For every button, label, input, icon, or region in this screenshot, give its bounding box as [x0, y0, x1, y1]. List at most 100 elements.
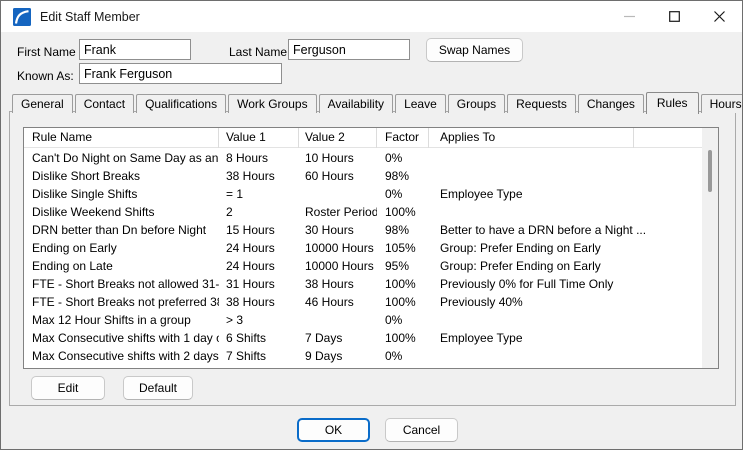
edit-button[interactable]: Edit: [31, 376, 105, 400]
table-cell: 60 Hours: [299, 167, 377, 185]
table-cell: 95%: [377, 257, 429, 275]
tab-general[interactable]: General: [12, 94, 73, 113]
table-cell: Employee Type: [429, 185, 702, 203]
default-button[interactable]: Default: [123, 376, 193, 400]
table-row[interactable]: Ending on Late24 Hours10000 Hours95%Grou…: [24, 257, 702, 275]
cancel-button[interactable]: Cancel: [385, 418, 458, 442]
table-cell: [429, 203, 702, 221]
table-row[interactable]: Dislike Short Breaks38 Hours60 Hours98%: [24, 167, 702, 185]
rules-list: Rule NameValue 1Value 2FactorApplies To …: [23, 127, 719, 369]
table-row[interactable]: FTE - Short Breaks not allowed 31-3...31…: [24, 275, 702, 293]
table-cell: FTE - Short Breaks not allowed 31-3...: [24, 275, 219, 293]
table-cell: 2: [219, 203, 299, 221]
tab-changes[interactable]: Changes: [578, 94, 644, 113]
swap-names-button[interactable]: Swap Names: [426, 38, 523, 62]
table-row[interactable]: Max 12 Hour Shifts in a group> 30%: [24, 311, 702, 329]
table-cell: [429, 347, 702, 365]
app-logo-icon: [13, 8, 31, 26]
window-controls: [607, 1, 742, 32]
minimize-icon: [607, 1, 652, 32]
table-row[interactable]: FTE - Short Breaks not preferred 38-...3…: [24, 293, 702, 311]
table-row[interactable]: Max Consecutive shifts with 2 days off7 …: [24, 347, 702, 365]
table-cell: = 1: [219, 185, 299, 203]
column-header[interactable]: [634, 128, 702, 148]
table-cell: Max Consecutive shifts with 1 day off: [24, 329, 219, 347]
table-cell: 38 Hours: [299, 275, 377, 293]
table-cell: [429, 167, 702, 185]
column-header[interactable]: Value 2: [299, 128, 377, 148]
edit-staff-member-dialog: Edit Staff Member First Name Last Name S…: [0, 0, 743, 450]
table-cell: 30 Hours: [299, 221, 377, 239]
table-cell: 100%: [377, 203, 429, 221]
table-cell: Previously 40%: [429, 293, 702, 311]
table-cell: Better to have a DRN before a Night ...: [429, 221, 702, 239]
table-cell: 0%: [377, 365, 429, 368]
first-name-label: First Name: [17, 45, 76, 59]
tab-qualifications[interactable]: Qualifications: [136, 94, 226, 113]
table-cell: Dislike Weekend Shifts: [24, 203, 219, 221]
column-header[interactable]: Applies To: [429, 128, 634, 148]
table-cell: 100%: [377, 275, 429, 293]
table-cell: 100%: [377, 293, 429, 311]
known-as-field[interactable]: [79, 63, 282, 84]
table-cell: 24 Hours: [219, 239, 299, 257]
table-cell: 0%: [377, 149, 429, 167]
table-cell: 38 Hours: [219, 293, 299, 311]
table-cell: > 3: [219, 365, 299, 368]
table-row[interactable]: Dislike Single Shifts= 1 0%Employee Type: [24, 185, 702, 203]
table-row[interactable]: Dislike Weekend Shifts2Roster Period100%: [24, 203, 702, 221]
table-cell: Ending on Late: [24, 257, 219, 275]
tab-rules[interactable]: Rules: [646, 92, 699, 114]
table-cell: [299, 365, 377, 368]
table-cell: 15 Hours: [219, 221, 299, 239]
table-cell: Group: Prefer Ending on Early: [429, 257, 702, 275]
table-cell: 9 Days: [299, 347, 377, 365]
column-header[interactable]: Value 1: [219, 128, 299, 148]
table-cell: 0%: [377, 185, 429, 203]
column-header[interactable]: Factor: [377, 128, 429, 148]
table-row[interactable]: Max Consecutive shifts with 1 day off6 S…: [24, 329, 702, 347]
tab-contact[interactable]: Contact: [75, 94, 134, 113]
table-row[interactable]: Max Early 12 Hour Shifts in a Group> 3 0%: [24, 365, 702, 368]
table-cell: [429, 311, 702, 329]
table-cell: 31 Hours: [219, 275, 299, 293]
tab-requests[interactable]: Requests: [507, 94, 576, 113]
last-name-field[interactable]: [288, 39, 410, 60]
table-cell: Max Consecutive shifts with 2 days off: [24, 347, 219, 365]
table-row[interactable]: Ending on Early24 Hours10000 Hours105%Gr…: [24, 239, 702, 257]
close-icon[interactable]: [697, 1, 742, 32]
table-cell: FTE - Short Breaks not preferred 38-...: [24, 293, 219, 311]
table-cell: [299, 185, 377, 203]
window-title: Edit Staff Member: [40, 10, 140, 24]
table-cell: Dislike Short Breaks: [24, 167, 219, 185]
table-cell: 0%: [377, 347, 429, 365]
scrollbar-thumb[interactable]: [708, 150, 712, 192]
tab-leave[interactable]: Leave: [395, 94, 446, 113]
table-cell: 10000 Hours: [299, 257, 377, 275]
table-cell: 7 Shifts: [219, 347, 299, 365]
table-cell: DRN better than Dn before Night: [24, 221, 219, 239]
table-cell: 98%: [377, 221, 429, 239]
table-cell: Roster Period: [299, 203, 377, 221]
table-cell: Employee Type: [429, 329, 702, 347]
table-cell: 24 Hours: [219, 257, 299, 275]
tab-groups[interactable]: Groups: [448, 94, 505, 113]
first-name-field[interactable]: [79, 39, 191, 60]
ok-button[interactable]: OK: [297, 418, 370, 442]
tab-hours[interactable]: Hours: [701, 94, 743, 113]
tab-availability[interactable]: Availability: [319, 94, 393, 113]
known-as-label: Known As:: [17, 69, 74, 83]
vertical-scrollbar[interactable]: [702, 128, 718, 368]
titlebar: Edit Staff Member: [1, 1, 742, 32]
table-row[interactable]: DRN better than Dn before Night15 Hours3…: [24, 221, 702, 239]
table-cell: 8 Hours: [219, 149, 299, 167]
maximize-icon[interactable]: [652, 1, 697, 32]
table-cell: Dislike Single Shifts: [24, 185, 219, 203]
table-cell: 7 Days: [299, 329, 377, 347]
table-cell: 46 Hours: [299, 293, 377, 311]
table-row[interactable]: Can't Do Night on Same Day as an e...8 H…: [24, 149, 702, 167]
table-cell: > 3: [219, 311, 299, 329]
tab-work-groups[interactable]: Work Groups: [228, 94, 316, 113]
table-cell: Max Early 12 Hour Shifts in a Group: [24, 365, 219, 368]
column-header[interactable]: Rule Name: [24, 128, 219, 148]
